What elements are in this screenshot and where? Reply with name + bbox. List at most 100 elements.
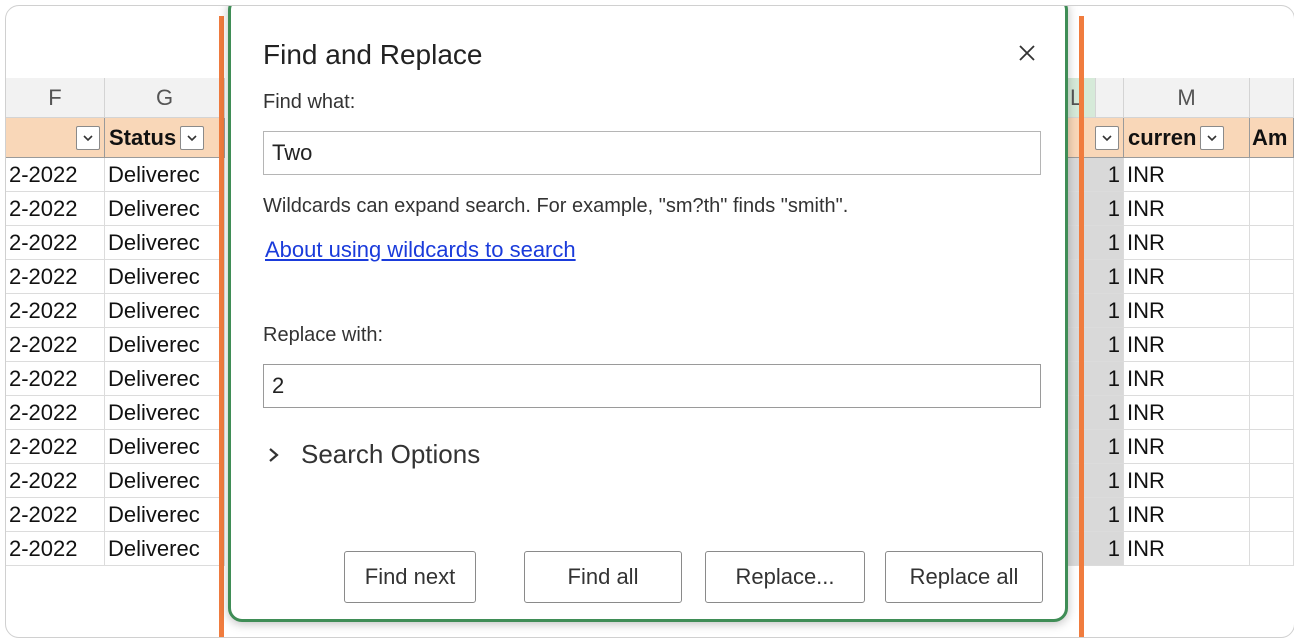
filter-dropdown-currency[interactable] [1200,125,1225,150]
cell-qty[interactable]: 1 [1068,430,1124,464]
dialog-title: Find and Replace [263,39,483,70]
replace-all-button[interactable]: Replace all [885,551,1043,603]
column-header-n[interactable] [1250,78,1294,118]
wildcard-hint: Wildcards can expand search. For example… [263,195,849,217]
cell-amount[interactable] [1250,294,1294,328]
cell-qty[interactable]: 1 [1068,532,1124,566]
search-options-label: Search Options [301,439,481,469]
cell-status[interactable]: Deliverec [105,294,225,328]
table-header-status-label: Status [109,124,177,150]
cell-qty[interactable]: 1 [1068,396,1124,430]
chevron-down-icon [1207,134,1218,141]
cell-status[interactable]: Deliverec [105,158,225,192]
cell-amount[interactable] [1250,464,1294,498]
chevron-down-icon [187,134,197,141]
find-what-input[interactable] [263,131,1041,175]
cell-currency[interactable]: INR [1124,294,1250,328]
cell-amount[interactable] [1250,498,1294,532]
cell-currency[interactable]: INR [1124,328,1250,362]
table-header-amount: Am [1250,118,1294,158]
cell-amount[interactable] [1250,192,1294,226]
cell-date[interactable]: 2-2022 [6,532,105,566]
cell-currency[interactable]: INR [1124,430,1250,464]
cell-currency[interactable]: INR [1124,498,1250,532]
table-header-currency: curren [1124,118,1250,158]
cell-qty[interactable]: 1 [1068,498,1124,532]
find-replace-dialog: Find and Replace Find what: Wildcards ca… [228,6,1068,622]
cell-status[interactable]: Deliverec [105,192,225,226]
find-all-button[interactable]: Find all [524,551,682,603]
cell-amount[interactable] [1250,260,1294,294]
cell-currency[interactable]: INR [1124,532,1250,566]
cell-date[interactable]: 2-2022 [6,464,105,498]
cell-date[interactable]: 2-2022 [6,396,105,430]
cell-date[interactable]: 2-2022 [6,498,105,532]
cell-status[interactable]: Deliverec [105,260,225,294]
cell-qty[interactable]: 1 [1068,192,1124,226]
cell-currency[interactable]: INR [1124,158,1250,192]
table-header-date [6,118,105,158]
table-header-currency-label: curren [1128,124,1197,150]
chevron-right-icon [269,447,279,462]
cell-currency[interactable]: INR [1124,464,1250,498]
cell-amount[interactable] [1250,226,1294,260]
table-header-status: Status [105,118,225,158]
close-button[interactable] [1009,35,1045,71]
cell-date[interactable]: 2-2022 [6,430,105,464]
cell-date[interactable]: 2-2022 [6,294,105,328]
column-header-m[interactable]: M [1124,78,1250,118]
cell-amount[interactable] [1250,328,1294,362]
cell-status[interactable]: Deliverec [105,328,225,362]
cell-qty[interactable]: 1 [1068,158,1124,192]
chevron-down-icon [83,134,93,141]
cell-status[interactable]: Deliverec [105,532,225,566]
cell-amount[interactable] [1250,430,1294,464]
cell-status[interactable]: Deliverec [105,362,225,396]
cell-date[interactable]: 2-2022 [6,362,105,396]
window-frame: F G L M Status curren Am 2-2022 Delivere… [5,5,1294,638]
cell-currency[interactable]: INR [1124,396,1250,430]
cell-date[interactable]: 2-2022 [6,260,105,294]
cell-status[interactable]: Deliverec [105,226,225,260]
cell-date[interactable]: 2-2022 [6,192,105,226]
cell-amount[interactable] [1250,158,1294,192]
cell-qty[interactable]: 1 [1068,294,1124,328]
wildcards-help-link[interactable]: About using wildcards to search [265,237,576,263]
cell-qty[interactable]: 1 [1068,464,1124,498]
chevron-down-icon [1102,134,1112,141]
search-options-toggle[interactable]: Search Options [267,439,480,470]
cell-qty[interactable]: 1 [1068,362,1124,396]
cell-date[interactable]: 2-2022 [6,328,105,362]
cell-status[interactable]: Deliverec [105,430,225,464]
cell-currency[interactable]: INR [1124,226,1250,260]
find-what-label: Find what: [263,91,356,113]
cell-currency[interactable]: INR [1124,362,1250,396]
replace-with-label: Replace with: [263,324,384,346]
cell-currency[interactable]: INR [1124,192,1250,226]
cell-currency[interactable]: INR [1124,260,1250,294]
filter-dropdown-status[interactable] [180,125,205,150]
close-icon [1019,45,1035,61]
cell-date[interactable]: 2-2022 [6,158,105,192]
cell-date[interactable]: 2-2022 [6,226,105,260]
column-header-spacer [1096,78,1124,118]
cell-qty[interactable]: 1 [1068,260,1124,294]
column-header-f[interactable]: F [6,78,105,118]
highlight-line-right [1079,16,1084,637]
cell-amount[interactable] [1250,396,1294,430]
cell-status[interactable]: Deliverec [105,498,225,532]
highlight-line-left [219,16,224,637]
cell-status[interactable]: Deliverec [105,464,225,498]
filter-dropdown-qty[interactable] [1095,125,1119,150]
replace-with-input[interactable] [263,364,1041,408]
cell-status[interactable]: Deliverec [105,396,225,430]
column-header-g[interactable]: G [105,78,225,118]
cell-qty[interactable]: 1 [1068,328,1124,362]
cell-amount[interactable] [1250,362,1294,396]
replace-button[interactable]: Replace... [705,551,865,603]
table-header-qty [1068,118,1124,158]
filter-dropdown-date[interactable] [76,125,100,150]
cell-qty[interactable]: 1 [1068,226,1124,260]
cell-amount[interactable] [1250,532,1294,566]
find-next-button[interactable]: Find next [344,551,476,603]
